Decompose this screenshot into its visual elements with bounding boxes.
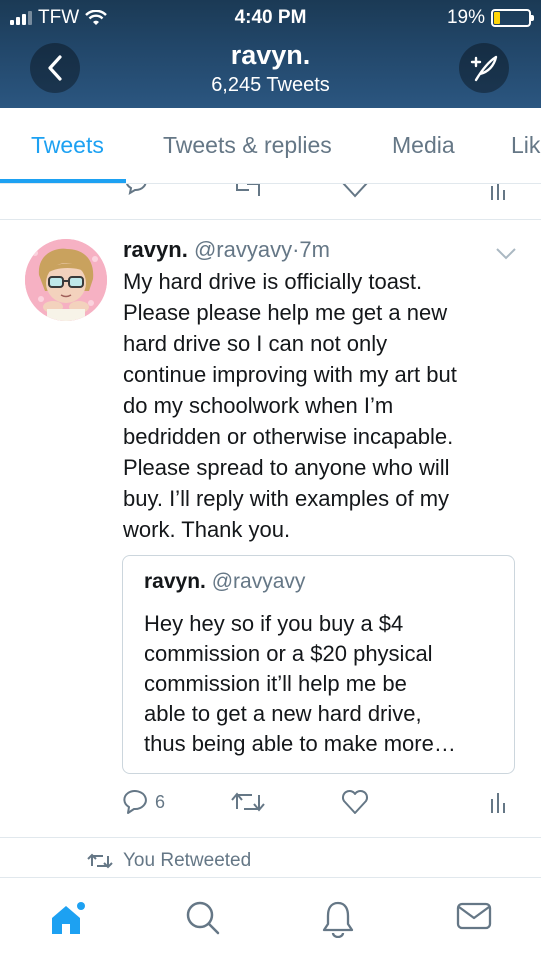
tweet-header: ravyn. @ravyavy·7m [123,237,330,263]
retweet-button[interactable] [230,789,266,815]
quote-text-line: commission it’ll help me be [144,671,407,696]
retweet-context: You Retweeted [87,850,251,872]
tab-tweets[interactable]: Tweets [31,132,104,159]
retweet-icon [87,853,113,869]
tweet-text-line: buy. I’ll reply with examples of my [123,486,450,511]
tweet-author-handle[interactable]: @ravyavy [194,237,292,262]
tab-tweets-and-replies[interactable]: Tweets & replies [163,132,332,159]
status-bar: TFW 4:40 PM 19% [0,0,541,36]
quote-author-handle: @ravyavy [211,570,306,593]
chevron-down-icon[interactable] [495,247,517,261]
tab-notifications[interactable] [320,900,356,943]
tab-messages[interactable] [455,900,493,937]
analytics-icon[interactable] [490,184,506,202]
avatar[interactable] [25,239,107,321]
tweet-text-line: work. Thank you. [123,517,291,542]
tweet-text-line: Please please help me get a new [123,300,448,325]
heart-icon [341,789,369,814]
tweet-text-line: hard drive so I can not only [123,331,388,356]
avatar-image [25,239,107,321]
status-right: 19% [446,7,534,29]
quote-text-line: able to get a new hard drive, [144,701,422,726]
analytics-button[interactable] [489,789,507,815]
reply-icon[interactable] [123,184,153,196]
profile-tabs: Tweets Tweets & replies Media Lik [0,108,541,184]
tweet-text-line: continue improving with my art but [123,362,457,387]
quote-text: Hey hey so if you buy a $4 commission or… [144,609,456,759]
analytics-icon [491,793,505,813]
tab-media[interactable]: Media [392,132,455,159]
tab-likes[interactable]: Lik [511,132,540,159]
active-tab-indicator [0,179,126,183]
quote-text-line: commission or a $20 physical [144,641,433,666]
retweet-icon[interactable] [231,184,265,198]
bottom-tab-bar [0,877,541,960]
heart-icon[interactable] [340,184,370,198]
tweet-time: 7m [299,237,330,262]
quoted-tweet[interactable]: ravyn. @ravyavy Hey hey so if you buy a … [122,555,515,774]
previous-tweet-actions [0,184,541,220]
tweet-text-line: Please spread to anyone who will [123,455,450,480]
profile-header: TFW 4:40 PM 19% ravyn. 6,245 Tweets [0,0,541,108]
reply-icon [123,790,147,814]
tweet-text-line: bedridden or otherwise incapable. [123,424,454,449]
tweet-text: My hard drive is officially toast. Pleas… [123,266,523,545]
tab-search[interactable] [185,900,221,941]
compose-button[interactable] [459,43,509,93]
tweet-actions: 6 [123,789,523,825]
tab-home[interactable] [48,900,88,943]
quote-author-name: ravyn. [144,570,206,593]
bell-icon [322,901,354,939]
retweet-icon [231,792,265,812]
tweet-text-line: do my schoolwork when I’m [123,393,394,418]
home-icon [52,902,85,934]
mail-icon [456,902,492,930]
compose-tweet-icon [470,55,498,82]
reply-button[interactable]: 6 [123,789,165,815]
quote-text-line: Hey hey so if you buy a $4 [144,611,404,636]
battery-percent: 19% [446,7,485,28]
retweet-context-label: You Retweeted [123,850,252,871]
quote-header: ravyn. @ravyavy [144,570,305,594]
tweet-text-line: My hard drive is officially toast. [123,269,423,294]
like-button[interactable] [341,789,369,815]
search-icon [186,901,220,935]
battery-icon [491,9,534,27]
tweet-author-name[interactable]: ravyn. [123,237,188,262]
reply-count: 6 [155,791,166,812]
quote-text-line: thus being able to make more… [144,731,456,756]
tweet[interactable]: ravyn. @ravyavy·7m My hard drive is offi… [0,221,541,838]
